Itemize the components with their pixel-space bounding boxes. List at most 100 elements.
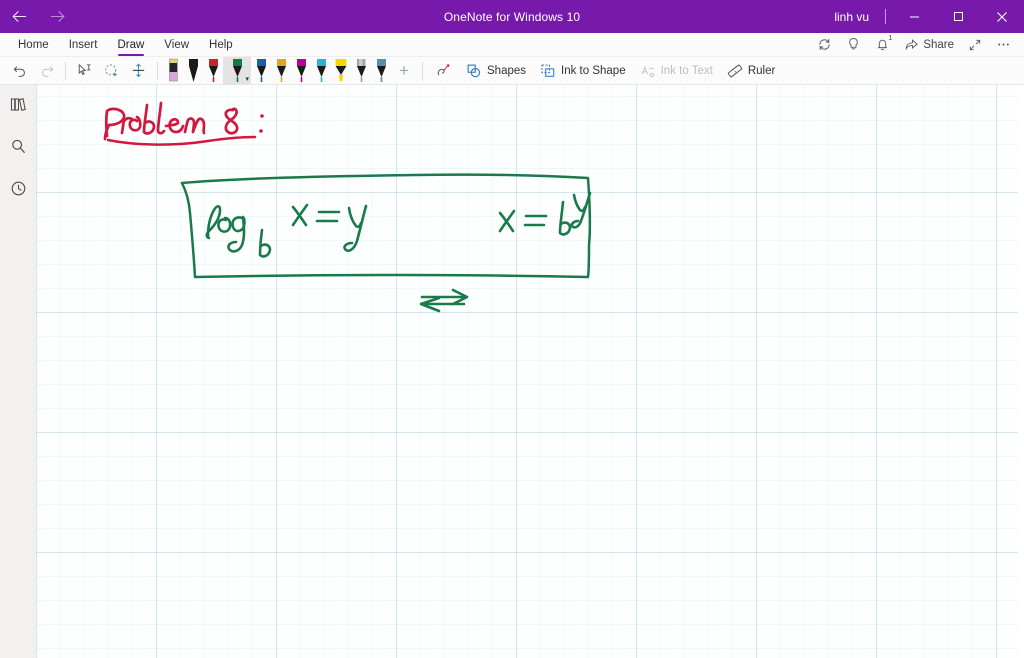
ink-to-text-icon	[641, 65, 654, 77]
pen-magenta-icon	[296, 58, 306, 82]
ribbon-tab-bar: Home Insert Draw View Help 1 Share	[0, 33, 1024, 57]
title-divider	[885, 9, 886, 24]
full-page-view-button[interactable]	[961, 33, 989, 57]
tab-insert-label: Insert	[68, 38, 98, 51]
pen-red[interactable]	[203, 57, 223, 85]
ink-to-text-button[interactable]: Ink to Text	[633, 58, 720, 84]
tab-underline	[117, 53, 144, 56]
window-nav-buttons	[0, 6, 68, 28]
ruler-button[interactable]: Ruler	[720, 58, 782, 84]
notifications-button[interactable]: 1	[868, 33, 897, 57]
maximize-button[interactable]	[936, 0, 980, 33]
share-icon	[906, 39, 919, 51]
pen-cyan[interactable]	[311, 57, 331, 85]
share-button[interactable]: Share	[897, 33, 961, 57]
search-icon	[11, 139, 25, 153]
pen-black-icon	[188, 58, 198, 82]
lightbulb-icon	[849, 38, 859, 50]
add-pen-button[interactable]: +	[391, 58, 417, 84]
minimize-button[interactable]	[892, 0, 936, 33]
pen-silver[interactable]	[351, 57, 371, 85]
pen-red-icon	[208, 58, 218, 82]
pen-gold[interactable]	[271, 57, 291, 85]
sidebar-item-recent-notes[interactable]	[3, 175, 33, 201]
pen-gallery: ▾	[163, 56, 391, 85]
redo-button[interactable]	[33, 58, 60, 84]
pen-blue-icon	[256, 58, 266, 82]
draw-toolbar: ▾ + Shapes Ink to Shape Ink to Text Rule…	[0, 56, 1024, 85]
close-icon	[997, 11, 1007, 22]
lasso-add-button[interactable]	[98, 58, 125, 84]
shapes-label: Shapes	[487, 64, 527, 77]
highlighter-yellow[interactable]	[331, 57, 351, 85]
ink-to-shape-button[interactable]: Ink to Shape	[533, 58, 633, 84]
chevron-down-icon[interactable]: ▾	[245, 76, 249, 83]
sync-icon	[819, 39, 831, 50]
pen-black[interactable]	[183, 57, 203, 85]
back-button[interactable]	[8, 6, 30, 28]
sync-button[interactable]	[810, 33, 839, 57]
ruler-label: Ruler	[747, 64, 776, 77]
shapes-button[interactable]: Shapes	[459, 58, 533, 84]
ribbon-tabs: Home Insert Draw View Help	[0, 33, 243, 57]
tab-view-label: View	[164, 38, 190, 51]
ink-to-text-label: Ink to Text	[660, 64, 713, 77]
tab-home-label: Home	[18, 38, 49, 51]
pen-green[interactable]: ▾	[223, 56, 251, 85]
tab-help-label: Help	[209, 38, 233, 51]
toolbar-separator	[157, 61, 158, 80]
lasso-select-button[interactable]	[71, 58, 98, 84]
undo-icon	[13, 65, 25, 77]
ribbon-right-commands: 1 Share	[810, 33, 1024, 57]
insert-space-icon	[132, 63, 145, 78]
minimize-icon	[909, 16, 919, 18]
lasso-select-icon	[78, 63, 91, 76]
tab-help[interactable]: Help	[199, 33, 243, 57]
insert-space-button[interactable]	[125, 58, 152, 84]
tab-insert[interactable]: Insert	[59, 33, 108, 57]
more-options-button[interactable]	[989, 33, 1018, 57]
ellipsis-icon	[998, 43, 1009, 46]
recent-notes-icon	[11, 181, 25, 195]
ink-effects-icon	[437, 64, 450, 76]
problem-heading-ink	[103, 101, 264, 146]
expand-icon	[969, 39, 981, 50]
ink-to-shape-label: Ink to Shape	[561, 64, 626, 77]
forward-button[interactable]	[46, 6, 68, 28]
sidebar-item-search[interactable]	[3, 133, 33, 159]
tab-home[interactable]: Home	[8, 33, 59, 57]
pen-steel[interactable]	[371, 57, 391, 85]
toolbar-separator	[422, 61, 423, 80]
tab-draw-label: Draw	[117, 38, 145, 51]
eraser-icon	[168, 58, 178, 81]
ink-eraser-select-icon	[105, 64, 117, 77]
notebooks-icon	[10, 97, 26, 111]
pen-blue[interactable]	[251, 57, 271, 85]
pen-steel-icon	[376, 58, 386, 82]
close-button[interactable]	[980, 0, 1024, 33]
undo-button[interactable]	[6, 58, 33, 84]
arrow-left-icon	[11, 11, 26, 22]
onenote-window: OneNote for Windows 10 linh vu Home Inse…	[0, 0, 1024, 658]
sidebar-item-notebooks[interactable]	[3, 91, 33, 117]
ink-effects-button[interactable]	[428, 58, 459, 84]
pen-magenta[interactable]	[291, 57, 311, 85]
pen-cyan-icon	[316, 58, 326, 82]
pen-silver-icon	[356, 58, 366, 82]
redo-icon	[41, 65, 53, 77]
note-page-canvas[interactable]	[36, 85, 1024, 658]
ruler-icon	[727, 64, 742, 77]
ink-strokes-layer	[103, 101, 592, 313]
user-account-name[interactable]: linh vu	[824, 10, 879, 24]
tell-me-button[interactable]	[839, 33, 868, 57]
shapes-icon	[467, 64, 481, 77]
toolbar-separator	[65, 61, 66, 80]
tab-draw[interactable]: Draw	[107, 33, 154, 57]
tab-view[interactable]: View	[154, 33, 199, 57]
left-navigation-rail	[0, 85, 36, 658]
share-label: Share	[923, 38, 954, 51]
pen-eraser[interactable]	[163, 57, 183, 85]
maximize-icon	[953, 12, 963, 21]
equation-ink	[205, 191, 592, 313]
title-bar-right: linh vu	[824, 0, 1024, 33]
